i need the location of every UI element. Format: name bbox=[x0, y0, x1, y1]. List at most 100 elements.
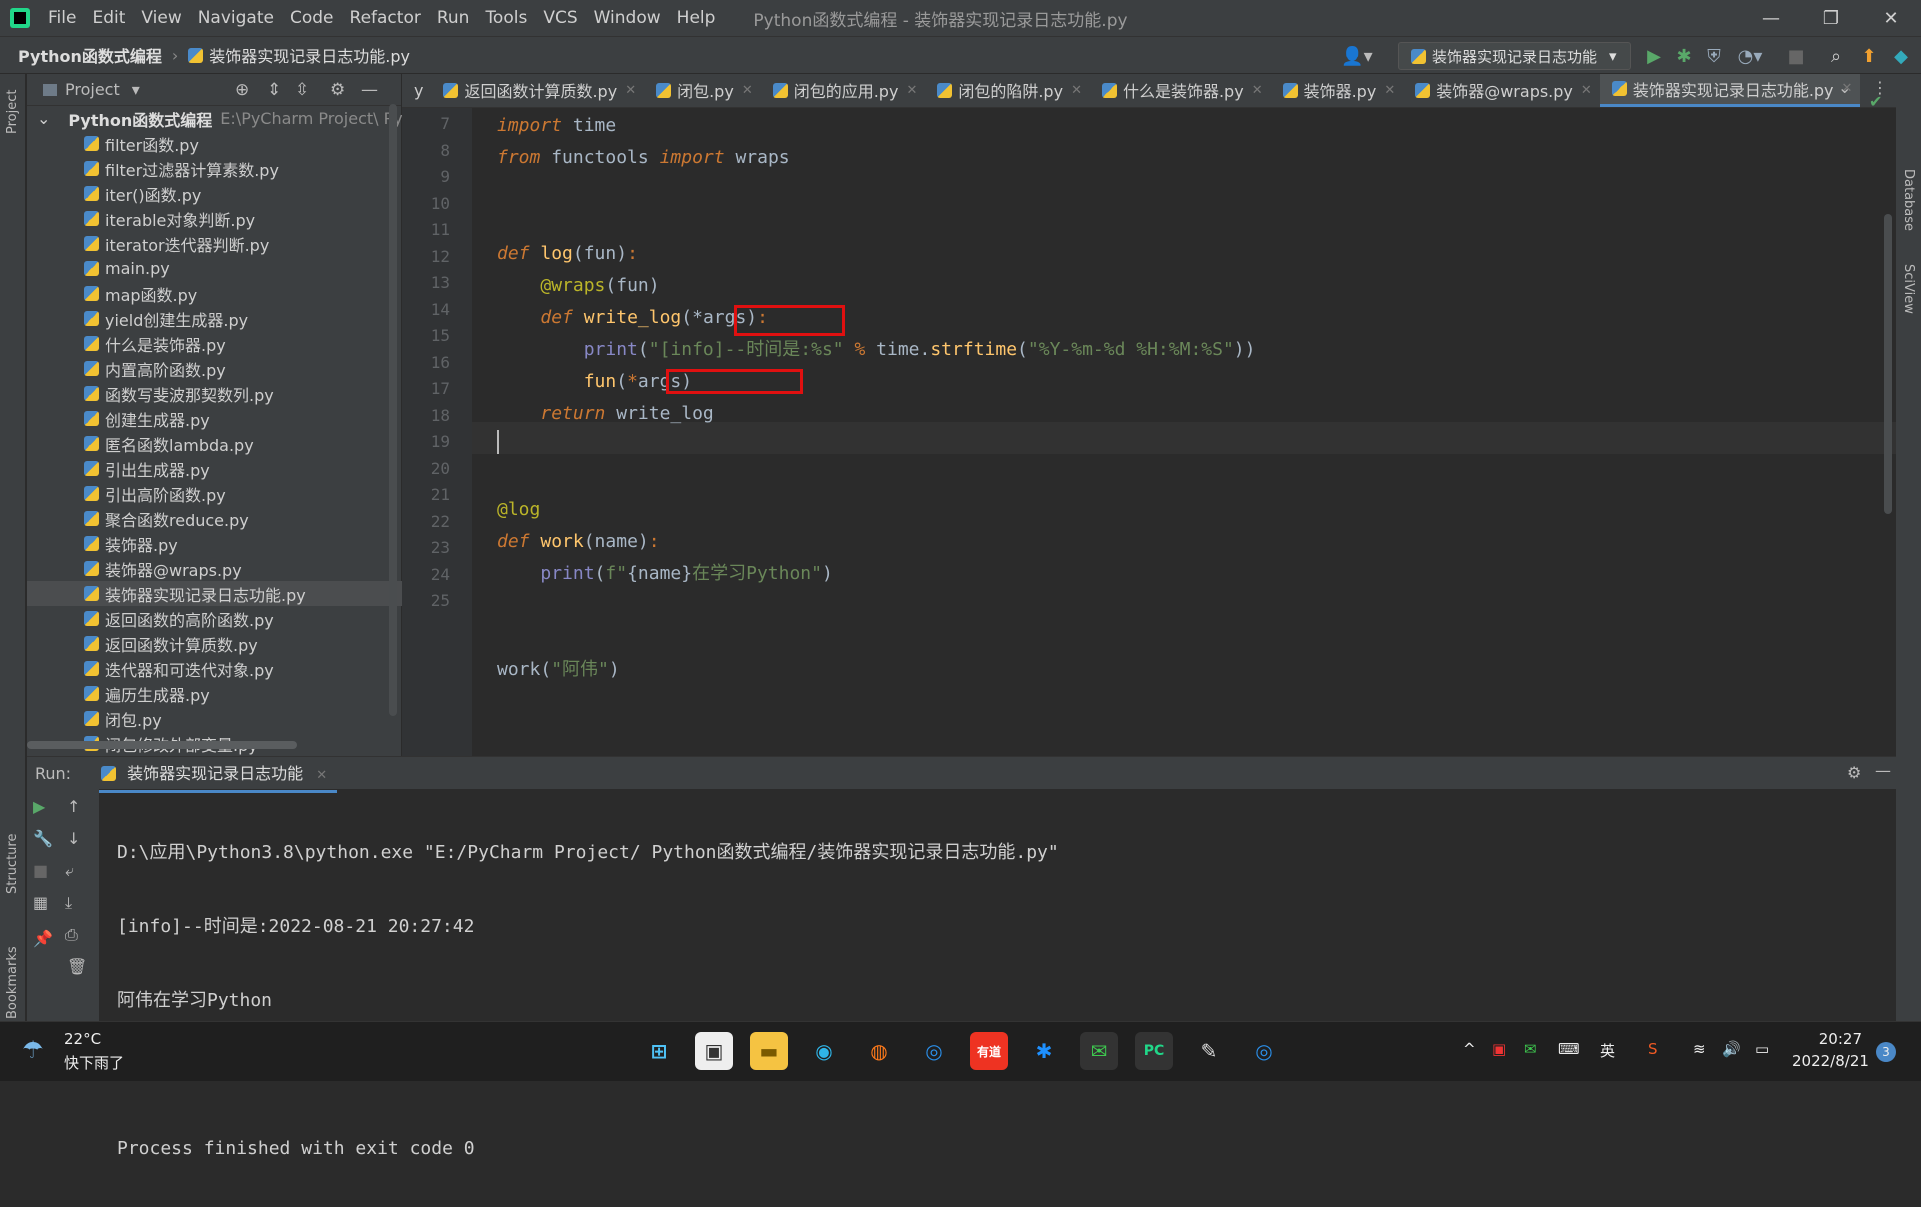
structure-tool-tab[interactable]: Structure bbox=[5, 804, 20, 894]
run-icon[interactable]: ▶ bbox=[1643, 45, 1665, 67]
tray-app-icon[interactable]: ▣ bbox=[1492, 1040, 1506, 1058]
tree-root[interactable]: ⌄ Python函数式编程 E:\PyCharm Project\ Pyth bbox=[27, 106, 419, 131]
wifi-icon[interactable]: ≋ bbox=[1693, 1040, 1706, 1058]
locate-icon[interactable]: ⊕ bbox=[235, 80, 249, 100]
stop-icon[interactable]: ■ bbox=[33, 861, 48, 880]
menu-edit[interactable]: Edit bbox=[84, 8, 133, 28]
jetbrains-icon[interactable]: ◆ bbox=[1890, 45, 1912, 67]
collapse-all-icon[interactable]: ⇳ bbox=[295, 80, 309, 100]
menu-code[interactable]: Code bbox=[282, 8, 342, 28]
close-tab-icon[interactable]: ✕ bbox=[625, 83, 636, 98]
run-tab[interactable]: 装饰器实现记录日志功能 ✕ bbox=[91, 754, 338, 793]
tree-file-item[interactable]: 聚合函数reduce.py bbox=[27, 506, 402, 531]
notification-badge[interactable]: 3 bbox=[1876, 1042, 1896, 1062]
tree-file-item[interactable]: 返回函数计算质数.py bbox=[27, 631, 402, 656]
tray-expand-icon[interactable]: ^ bbox=[1463, 1040, 1476, 1058]
menu-vcs[interactable]: VCS bbox=[535, 8, 585, 28]
arrow-down-icon[interactable]: ↓ bbox=[67, 829, 80, 848]
minimize-icon[interactable]: — bbox=[1741, 0, 1801, 36]
edge-icon[interactable]: ◉ bbox=[805, 1032, 843, 1070]
update-icon[interactable]: ⬆ bbox=[1858, 45, 1880, 67]
database-tool-tab[interactable]: Database bbox=[1901, 169, 1916, 231]
vertical-scrollbar[interactable] bbox=[389, 104, 397, 716]
menu-view[interactable]: View bbox=[133, 8, 189, 28]
tree-file-item[interactable]: 引出高阶函数.py bbox=[27, 481, 402, 506]
soft-wrap-icon[interactable]: ⤶ bbox=[65, 861, 74, 881]
sciview-tool-tab[interactable]: SciView bbox=[1901, 264, 1916, 314]
wechat-icon[interactable]: ✉ bbox=[1080, 1032, 1118, 1070]
close-tab-icon[interactable]: ✕ bbox=[1384, 83, 1395, 98]
chevron-down-icon[interactable]: ▾ bbox=[132, 80, 140, 99]
tree-file-item[interactable]: 装饰器.py bbox=[27, 531, 402, 556]
editor-tab[interactable]: 返回函数计算质数.py ✕ bbox=[431, 74, 644, 107]
editor-tab[interactable]: 装饰器@wraps.py ✕ bbox=[1403, 74, 1600, 107]
close-tab-icon[interactable]: ✕ bbox=[1071, 83, 1082, 98]
tree-file-item[interactable]: 匿名函数lambda.py bbox=[27, 431, 402, 456]
tree-file-item[interactable]: 装饰器实现记录日志功能.py bbox=[27, 581, 402, 606]
tree-file-item[interactable]: 什么是装饰器.py bbox=[27, 331, 402, 356]
close-icon[interactable]: ✕ bbox=[316, 768, 327, 783]
clock-time[interactable]: 20:27 bbox=[1792, 1030, 1862, 1048]
tree-file-item[interactable]: 引出生成器.py bbox=[27, 456, 402, 481]
coverage-icon[interactable]: ⛨ bbox=[1703, 45, 1725, 67]
keyboard-icon[interactable]: ⌨ bbox=[1558, 1040, 1580, 1058]
close-tab-icon[interactable]: ✕ bbox=[1581, 83, 1592, 98]
youdao-icon[interactable]: 有道 bbox=[970, 1032, 1008, 1070]
clock-date[interactable]: 2022/8/21 bbox=[1792, 1052, 1869, 1070]
bookmarks-tool-tab[interactable]: Bookmarks bbox=[5, 929, 20, 1019]
tree-file-item[interactable]: filter函数.py bbox=[27, 131, 402, 156]
tree-file-item[interactable]: yield创建生成器.py bbox=[27, 306, 402, 331]
close-icon[interactable]: ✕ bbox=[1861, 0, 1921, 36]
tab-list-chevron-icon[interactable]: ⌄ bbox=[1838, 78, 1851, 97]
restore-icon[interactable]: ❐ bbox=[1801, 0, 1861, 36]
editor-tab[interactable]: 装饰器.py ✕ bbox=[1271, 74, 1404, 107]
notepad-icon[interactable]: ✎ bbox=[1190, 1032, 1228, 1070]
breadcrumb-project[interactable]: Python函数式编程 bbox=[18, 43, 162, 67]
tree-file-item[interactable]: 闭包.py bbox=[27, 706, 402, 731]
pin-icon[interactable]: 📌 bbox=[33, 929, 53, 948]
arrow-up-icon[interactable]: ↑ bbox=[67, 797, 80, 816]
editor-tab[interactable]: 什么是装饰器.py ✕ bbox=[1090, 74, 1271, 107]
editor-tab[interactable]: y bbox=[402, 74, 431, 107]
scroll-to-end-icon[interactable]: ⤓ bbox=[65, 893, 72, 913]
hide-icon[interactable]: — bbox=[1875, 761, 1891, 780]
qq-browser-icon[interactable]: ◎ bbox=[915, 1032, 953, 1070]
tree-file-item[interactable]: iter()函数.py bbox=[27, 181, 402, 206]
tree-file-item[interactable]: map函数.py bbox=[27, 281, 402, 306]
close-tab-icon[interactable]: ✕ bbox=[742, 83, 753, 98]
tree-file-item[interactable]: 返回函数的高阶函数.py bbox=[27, 606, 402, 631]
editor-tab[interactable]: 闭包的陷阱.py ✕ bbox=[925, 74, 1090, 107]
tree-file-item[interactable]: 迭代器和可迭代对象.py bbox=[27, 656, 402, 681]
gear-icon[interactable]: ⚙ bbox=[330, 80, 345, 100]
menu-refactor[interactable]: Refactor bbox=[342, 8, 429, 28]
tree-file-item[interactable]: 内置高阶函数.py bbox=[27, 356, 402, 381]
trash-icon[interactable]: 🗑 bbox=[67, 957, 87, 976]
breadcrumb-file[interactable]: 装饰器实现记录日志功能.py bbox=[209, 43, 410, 67]
close-tab-icon[interactable]: ✕ bbox=[906, 83, 917, 98]
wrench-icon[interactable]: 🔧 bbox=[33, 829, 53, 848]
lark-icon[interactable]: ✱ bbox=[1025, 1032, 1063, 1070]
project-tool-tab[interactable]: Project bbox=[5, 74, 20, 134]
layout-icon[interactable]: ▦ bbox=[33, 893, 48, 912]
chevron-down-icon[interactable]: ⌄ bbox=[37, 109, 50, 128]
editor-scrollbar[interactable] bbox=[1884, 214, 1892, 514]
tree-file-item[interactable]: main.py bbox=[27, 256, 402, 281]
print-icon[interactable]: ⎙ bbox=[65, 925, 78, 945]
hide-icon[interactable]: — bbox=[361, 80, 378, 100]
editor-tab[interactable]: 闭包.py ✕ bbox=[644, 74, 761, 107]
tree-file-item[interactable]: iterable对象判断.py bbox=[27, 206, 402, 231]
menu-window[interactable]: Window bbox=[586, 8, 669, 28]
menu-file[interactable]: File bbox=[40, 8, 84, 28]
firefox-icon[interactable]: ◍ bbox=[860, 1032, 898, 1070]
weather-rain-icon[interactable]: ☂ bbox=[22, 1036, 44, 1064]
code-editor[interactable]: import time from functools import wraps … bbox=[472, 108, 1896, 756]
menu-help[interactable]: Help bbox=[669, 8, 724, 28]
pycharm-taskbar-icon[interactable]: PC bbox=[1135, 1032, 1173, 1070]
expand-all-icon[interactable]: ⇕ bbox=[267, 80, 281, 100]
tree-file-item[interactable]: filter过滤器计算素数.py bbox=[27, 156, 402, 181]
ime-indicator[interactable]: 英 bbox=[1600, 1040, 1615, 1061]
tree-file-item[interactable]: 装饰器@wraps.py bbox=[27, 556, 402, 581]
store-icon[interactable]: ▣ bbox=[695, 1032, 733, 1070]
gear-icon[interactable]: ⚙ bbox=[1847, 763, 1861, 782]
user-icon[interactable]: 👤▾ bbox=[1340, 45, 1374, 67]
